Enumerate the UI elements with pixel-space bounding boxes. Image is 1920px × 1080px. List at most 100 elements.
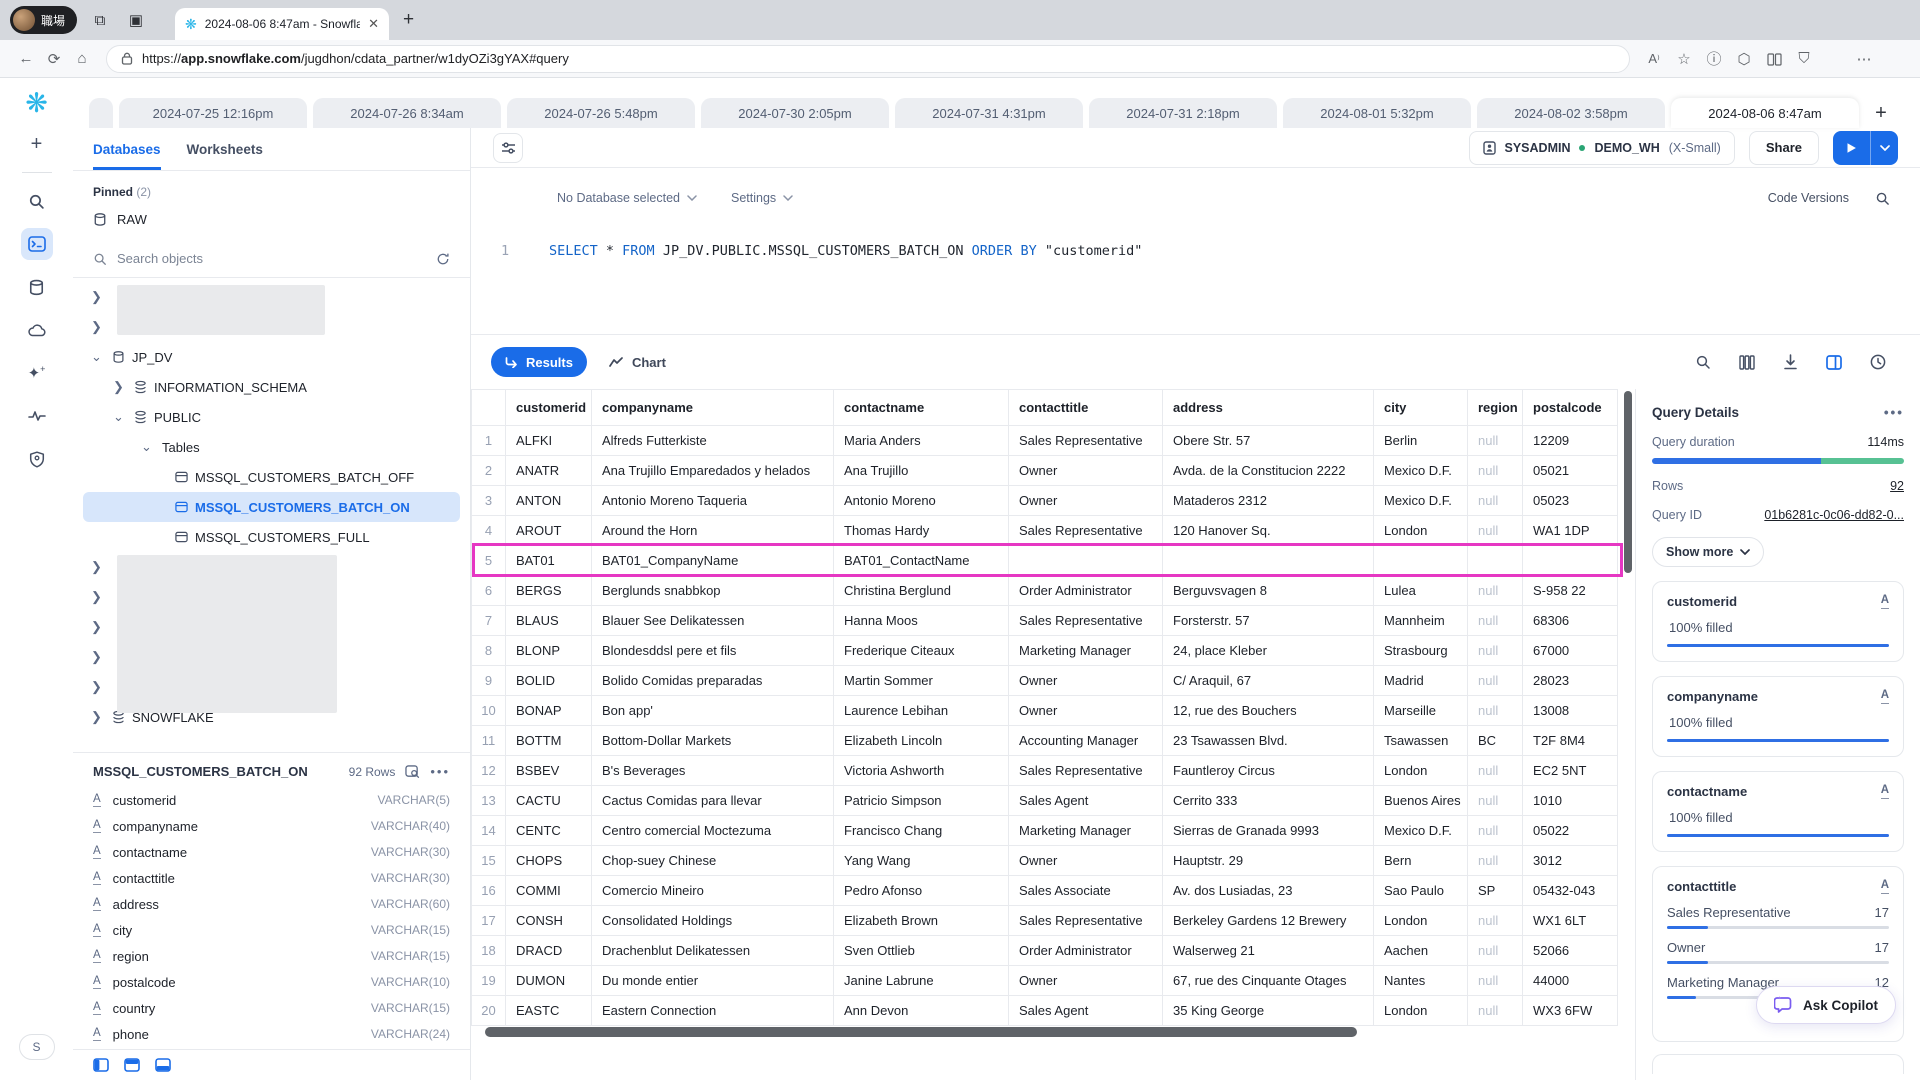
table-cell[interactable]: Mannheim bbox=[1374, 606, 1468, 636]
table-cell[interactable]: 13008 bbox=[1523, 696, 1618, 726]
table-cell[interactable]: AROUT bbox=[506, 516, 592, 546]
editor-search-icon[interactable] bbox=[1875, 191, 1890, 206]
panel-column-row[interactable]: AaddressVARCHAR(60) bbox=[73, 891, 470, 917]
tree-item-customers-full[interactable]: MSSQL_CUSTOMERS_FULL bbox=[83, 522, 460, 552]
chevron-down-icon[interactable]: ⌄ bbox=[91, 349, 105, 365]
table-cell[interactable]: Yang Wang bbox=[834, 846, 1009, 876]
row-number-header[interactable] bbox=[472, 390, 506, 426]
table-cell[interactable]: Sven Ottlieb bbox=[834, 936, 1009, 966]
read-aloud-icon[interactable]: A⁾ bbox=[1640, 51, 1668, 66]
table-cell[interactable]: CONSH bbox=[506, 906, 592, 936]
table-cell[interactable]: Pedro Afonso bbox=[834, 876, 1009, 906]
table-cell[interactable]: BAT01_CompanyName bbox=[592, 546, 834, 576]
table-cell[interactable]: Berlin bbox=[1374, 426, 1468, 456]
columns-icon[interactable] bbox=[1739, 355, 1755, 370]
table-cell[interactable]: Bolido Comidas preparadas bbox=[592, 666, 834, 696]
tree-item-information-schema[interactable]: ❯ INFORMATION_SCHEMA bbox=[83, 372, 460, 402]
search-input[interactable] bbox=[117, 251, 426, 266]
table-cell[interactable]: Sales Representative bbox=[1009, 426, 1163, 456]
table-cell[interactable]: Maria Anders bbox=[834, 426, 1009, 456]
table-row[interactable]: 3ANTONAntonio Moreno TaqueriaAntonio Mor… bbox=[472, 486, 1618, 516]
table-cell[interactable]: Owner bbox=[1009, 696, 1163, 726]
vertical-scrollbar[interactable] bbox=[1624, 391, 1632, 573]
table-cell[interactable]: Owner bbox=[1009, 966, 1163, 996]
table-row[interactable]: 2ANATRAna Trujillo Emparedados y helados… bbox=[472, 456, 1618, 486]
table-row[interactable]: 16COMMIComercio MineiroPedro AfonsoSales… bbox=[472, 876, 1618, 906]
row-number-cell[interactable]: 14 bbox=[472, 816, 506, 846]
table-cell[interactable]: Martin Sommer bbox=[834, 666, 1009, 696]
user-avatar[interactable]: S bbox=[19, 1034, 55, 1060]
row-number-cell[interactable]: 9 bbox=[472, 666, 506, 696]
object-search[interactable] bbox=[73, 240, 470, 278]
download-icon[interactable] bbox=[1783, 354, 1798, 370]
table-cell[interactable]: BERGS bbox=[506, 576, 592, 606]
browser-profile-chip[interactable]: 職場 bbox=[10, 6, 77, 34]
column-header[interactable]: companyname bbox=[592, 390, 834, 426]
table-cell[interactable]: Avda. de la Constitucion 2222 bbox=[1163, 456, 1374, 486]
table-cell[interactable] bbox=[1374, 546, 1468, 576]
table-cell[interactable]: BOTTM bbox=[506, 726, 592, 756]
table-cell[interactable]: Around the Horn bbox=[592, 516, 834, 546]
table-cell[interactable]: Mexico D.F. bbox=[1374, 456, 1468, 486]
query-history-icon[interactable] bbox=[1870, 354, 1886, 370]
table-cell[interactable]: BAT01_ContactName bbox=[834, 546, 1009, 576]
table-cell[interactable]: 12, rue des Bouchers bbox=[1163, 696, 1374, 726]
worksheet-tab[interactable]: 2024-07-31 4:31pm bbox=[895, 98, 1083, 128]
table-cell[interactable]: Du monde entier bbox=[592, 966, 834, 996]
table-cell[interactable]: COMMI bbox=[506, 876, 592, 906]
results-search-icon[interactable] bbox=[1695, 354, 1711, 370]
refresh-objects-icon[interactable] bbox=[436, 252, 450, 266]
table-cell[interactable]: Elizabeth Lincoln bbox=[834, 726, 1009, 756]
column-header[interactable]: postalcode bbox=[1523, 390, 1618, 426]
tab-worksheets[interactable]: Worksheets bbox=[187, 142, 263, 170]
table-cell[interactable]: Elizabeth Brown bbox=[834, 906, 1009, 936]
results-table[interactable]: customeridcompanynamecontactnamecontactt… bbox=[471, 389, 1618, 1026]
table-cell[interactable]: Bern bbox=[1374, 846, 1468, 876]
table-cell[interactable]: Centro comercial Moctezuma bbox=[592, 816, 834, 846]
table-cell[interactable]: Sales Agent bbox=[1009, 786, 1163, 816]
row-number-cell[interactable]: 11 bbox=[472, 726, 506, 756]
show-more-button[interactable]: Show more bbox=[1652, 537, 1764, 567]
panel-column-row[interactable]: AcityVARCHAR(15) bbox=[73, 917, 470, 943]
table-cell[interactable]: DRACD bbox=[506, 936, 592, 966]
tree-item-jp-dv[interactable]: ⌄ JP_DV bbox=[83, 342, 460, 372]
panel-column-row[interactable]: AregionVARCHAR(15) bbox=[73, 943, 470, 969]
table-row[interactable]: 5BAT01BAT01_CompanyNameBAT01_ContactName bbox=[472, 546, 1618, 576]
table-cell[interactable]: Marseille bbox=[1374, 696, 1468, 726]
tree-item-batch-on[interactable]: MSSQL_CUSTOMERS_BATCH_ON bbox=[83, 492, 460, 522]
table-row[interactable]: 7BLAUSBlauer See DelikatessenHanna MoosS… bbox=[472, 606, 1618, 636]
table-cell[interactable]: null bbox=[1468, 936, 1523, 966]
table-cell[interactable]: 05022 bbox=[1523, 816, 1618, 846]
new-worksheet-button[interactable]: + bbox=[1865, 98, 1897, 128]
table-cell[interactable]: B's Beverages bbox=[592, 756, 834, 786]
table-cell[interactable]: Accounting Manager bbox=[1009, 726, 1163, 756]
table-cell[interactable]: 05023 bbox=[1523, 486, 1618, 516]
search-nav-icon[interactable] bbox=[21, 185, 53, 217]
table-cell[interactable]: Chop-suey Chinese bbox=[592, 846, 834, 876]
table-cell[interactable]: Cactus Comidas para llevar bbox=[592, 786, 834, 816]
collections-icon[interactable]: ⛉ bbox=[1790, 50, 1818, 67]
table-row[interactable]: 18DRACDDrachenblut DelikatessenSven Ottl… bbox=[472, 936, 1618, 966]
row-number-cell[interactable]: 1 bbox=[472, 426, 506, 456]
table-cell[interactable]: 35 King George bbox=[1163, 996, 1374, 1026]
sql-editor[interactable]: 1 SELECT * FROM JP_DV.PUBLIC.MSSQL_CUSTO… bbox=[471, 228, 1920, 334]
table-cell[interactable]: null bbox=[1468, 756, 1523, 786]
sql-code-line[interactable]: SELECT * FROM JP_DV.PUBLIC.MSSQL_CUSTOME… bbox=[549, 243, 1142, 259]
table-cell[interactable]: 1010 bbox=[1523, 786, 1618, 816]
run-options-chevron-icon[interactable] bbox=[1871, 131, 1898, 165]
column-stat-card[interactable]: customeridA100% filled bbox=[1652, 581, 1904, 662]
horizontal-scrollbar[interactable] bbox=[485, 1027, 1357, 1037]
row-number-cell[interactable]: 7 bbox=[472, 606, 506, 636]
table-cell[interactable]: Tsawassen bbox=[1374, 726, 1468, 756]
table-cell[interactable]: Owner bbox=[1009, 486, 1163, 516]
column-stat-card[interactable]: companynameA100% filled bbox=[1652, 676, 1904, 757]
row-number-cell[interactable]: 8 bbox=[472, 636, 506, 666]
worksheet-tab[interactable]: 2024-07-30 2:05pm bbox=[701, 98, 889, 128]
column-stat-card[interactable]: contactnameA100% filled bbox=[1652, 771, 1904, 852]
table-cell[interactable]: ANTON bbox=[506, 486, 592, 516]
row-number-cell[interactable]: 19 bbox=[472, 966, 506, 996]
table-cell[interactable]: Sales Representative bbox=[1009, 606, 1163, 636]
preview-data-icon[interactable] bbox=[405, 765, 420, 779]
table-cell[interactable]: 05021 bbox=[1523, 456, 1618, 486]
tab-databases[interactable]: Databases bbox=[93, 142, 161, 170]
